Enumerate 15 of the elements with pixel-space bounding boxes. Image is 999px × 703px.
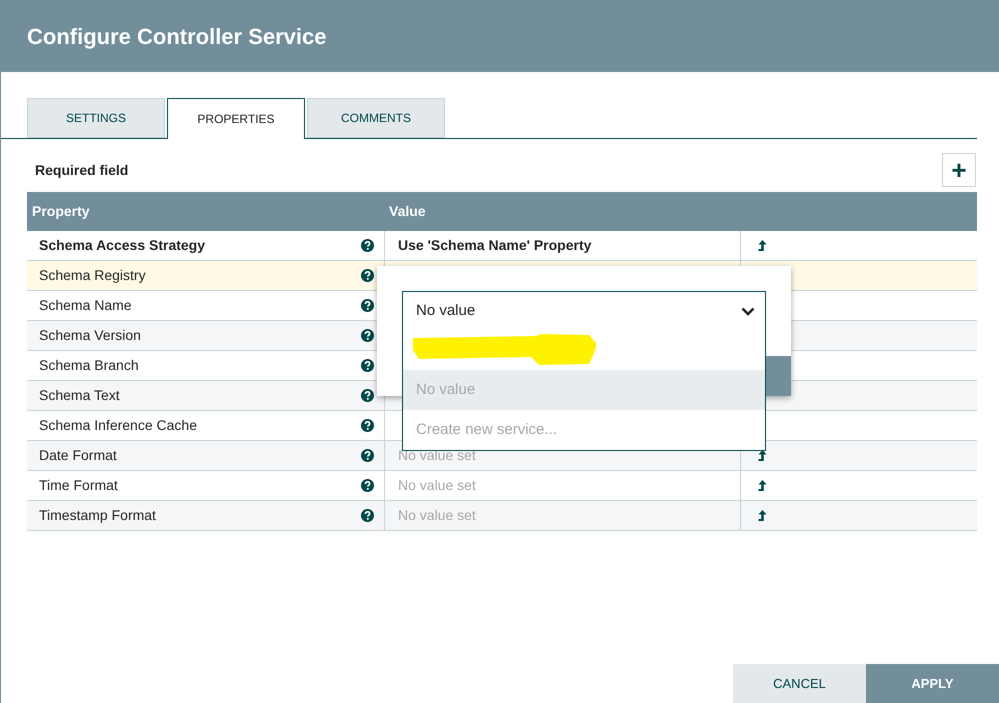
dialog-title: Configure Controller Service <box>27 22 327 51</box>
property-name: Schema Version <box>39 326 141 345</box>
required-field-label: Required field <box>35 160 128 180</box>
property-name: Date Format <box>39 446 117 465</box>
property-name: Schema Inference Cache <box>39 416 197 435</box>
property-name: Schema Text <box>39 386 120 405</box>
property-name: Schema Access Strategy <box>39 236 206 255</box>
property-name: Schema Branch <box>39 356 139 375</box>
combo-value: No value <box>416 300 476 321</box>
column-header: Property <box>31 202 91 221</box>
property-name: Schema Name <box>39 296 132 315</box>
property-name: Timestamp Format <box>39 506 156 525</box>
property-name: Time Format <box>39 476 118 495</box>
column-header: Value <box>388 202 426 221</box>
property-name: Schema Registry <box>39 266 146 285</box>
